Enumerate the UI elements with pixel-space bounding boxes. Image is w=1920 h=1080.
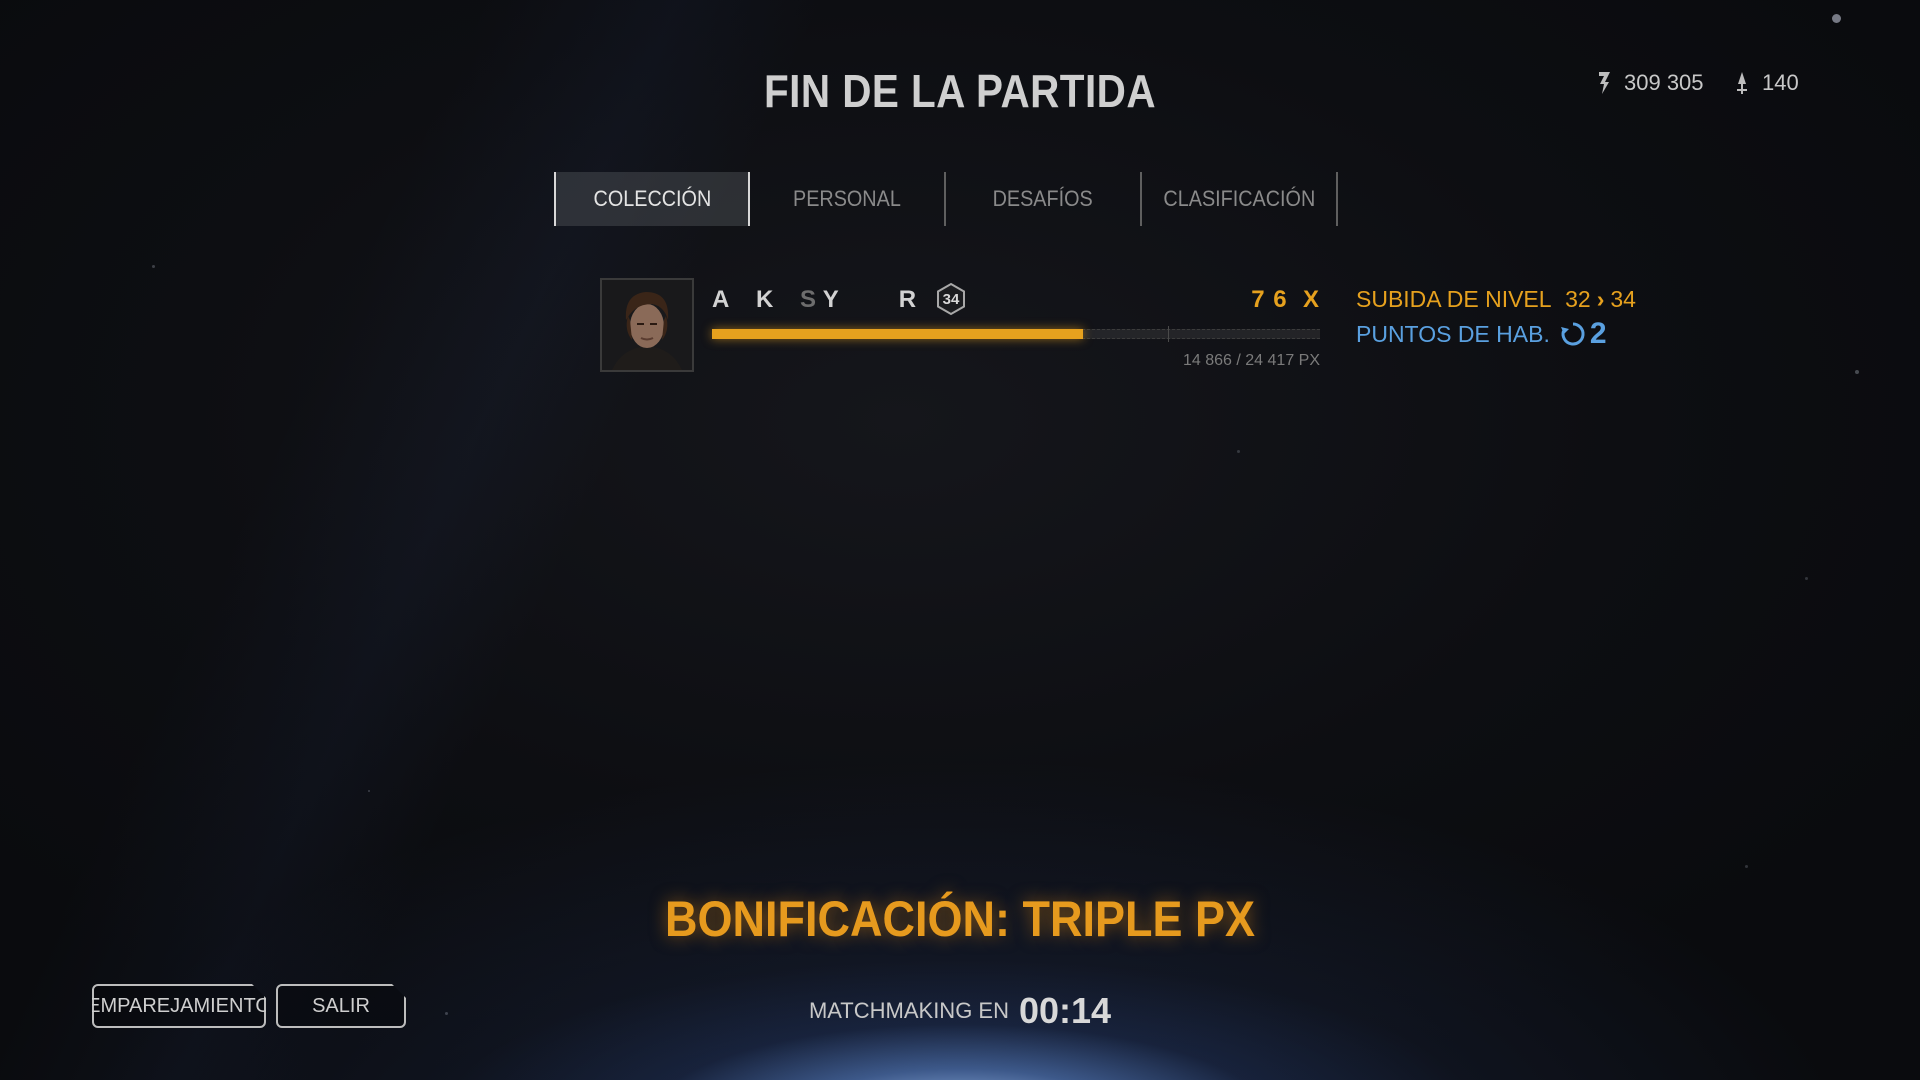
tab-label: CLASIFICACIÓN [1163, 186, 1315, 211]
exit-button-label: SALIR [312, 994, 370, 1017]
crystals-icon [1737, 72, 1747, 94]
skill-points-count: 2 [1589, 317, 1607, 350]
tab-clasificacion[interactable]: CLASIFICACIÓN [1142, 172, 1338, 226]
level-number: 34 [942, 290, 960, 308]
player-avatar [600, 278, 694, 372]
tab-bar: COLECCIÓN PERSONAL DESAFÍOS CLASIFICACIÓ… [554, 172, 1338, 226]
level-up-info: SUBIDA DE NIVEL 32 › 34 [1356, 286, 1636, 313]
name-part: R [898, 286, 917, 313]
xp-gained: 7 6 X [1251, 286, 1320, 313]
credits-icon [1599, 72, 1610, 94]
matchmaking-button[interactable]: EMPAREJAMIENTO [92, 984, 266, 1028]
tab-personal[interactable]: PERSONAL [750, 172, 946, 226]
star [1855, 370, 1859, 374]
star [368, 790, 370, 792]
end-of-match-screen: FIN DE LA PARTIDA 309 305 140 COLECCIÓN … [0, 0, 1920, 1080]
name-part: Y [822, 286, 839, 313]
tab-label: COLECCIÓN [593, 186, 711, 211]
bonus-banner: BONIFICACIÓN: TRIPLE PX [664, 891, 1256, 947]
tab-coleccion[interactable]: COLECCIÓN [554, 172, 750, 226]
level-badge: 34 [934, 282, 968, 316]
avatar-portrait [602, 280, 692, 370]
tab-label: PERSONAL [793, 186, 901, 211]
star [152, 265, 155, 268]
name-part: K [756, 286, 774, 313]
level-up-label: SUBIDA DE NIVEL [1356, 286, 1551, 312]
exit-button[interactable]: SALIR [276, 984, 406, 1028]
xp-tick [1168, 326, 1169, 342]
matchmaking-button-label: EMPAREJAMIENTO [87, 994, 271, 1017]
tab-desafios[interactable]: DESAFÍOS [946, 172, 1142, 226]
player-name: A K S Y R [712, 286, 916, 314]
matchmaking-label: MATCHMAKING EN [808, 998, 1009, 1023]
xp-progress-bar [712, 326, 1320, 342]
crystals-value: 140 [1762, 70, 1799, 95]
star [1805, 577, 1808, 580]
chevron-right-icon: › [1596, 286, 1605, 312]
name-part: A [712, 286, 730, 313]
level-from: 32 [1565, 286, 1591, 312]
xp-progress-text: 14 866 / 24 417 PX [1183, 352, 1320, 369]
skill-point-icon [1560, 322, 1585, 346]
level-to: 34 [1610, 286, 1636, 312]
page-title: FIN DE LA PARTIDA [763, 65, 1157, 117]
name-part: S [800, 286, 817, 313]
star [1745, 865, 1748, 868]
credits-value: 309 305 [1624, 70, 1704, 95]
star [1237, 450, 1240, 453]
crystals-display: 140 [1734, 68, 1799, 98]
skill-points-info: PUNTOS DE HAB. 2 [1356, 317, 1607, 351]
star [1832, 14, 1841, 23]
credits-display: 309 305 [1596, 68, 1704, 98]
tab-label: DESAFÍOS [992, 186, 1094, 211]
matchmaking-timer: 00:14 [1018, 990, 1112, 1031]
skill-points-label: PUNTOS DE HAB. [1356, 320, 1550, 347]
xp-progress-fill [712, 329, 1083, 339]
